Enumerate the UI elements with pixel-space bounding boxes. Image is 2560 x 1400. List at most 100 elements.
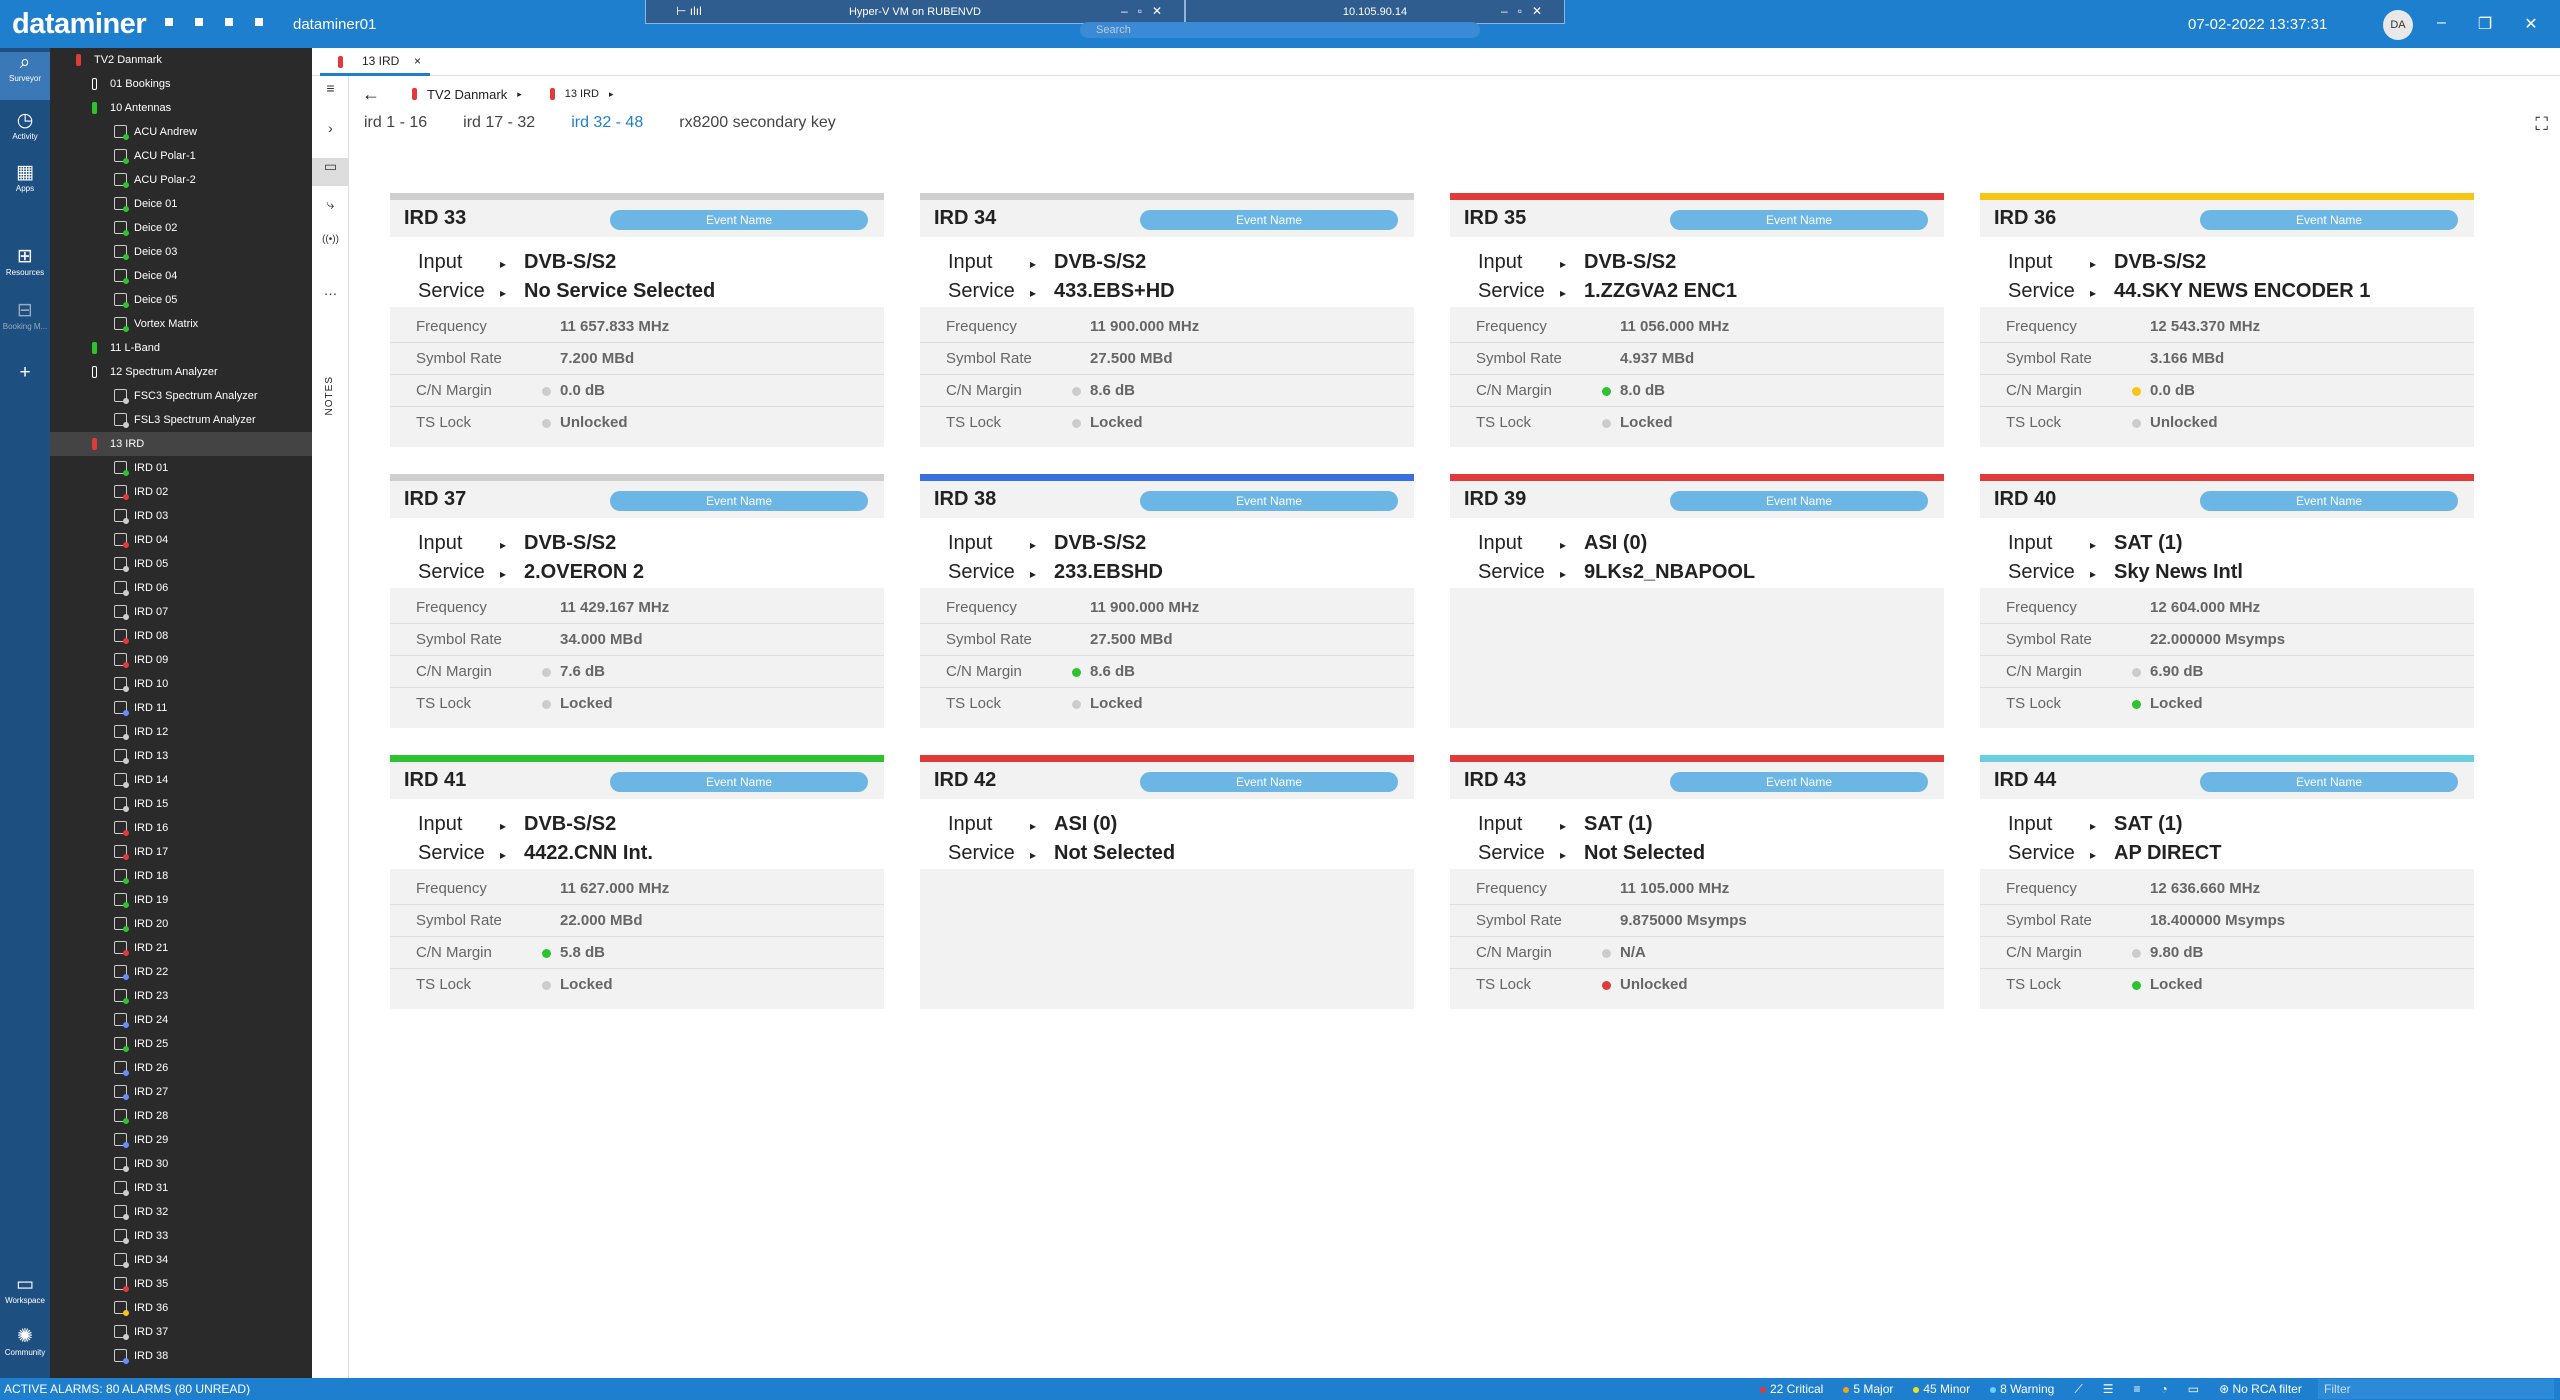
tree-item[interactable]: IRD 26 (50, 1056, 312, 1080)
tree-item[interactable]: Deice 04 (50, 264, 312, 288)
event-name-button[interactable]: Event Name (1670, 772, 1928, 792)
tree-item[interactable]: IRD 27 (50, 1080, 312, 1104)
tree-item[interactable]: IRD 36 (50, 1296, 312, 1320)
filter-lines-icon[interactable]: ≡ (2133, 1378, 2140, 1400)
tree-item[interactable]: 10 Antennas (50, 96, 312, 120)
app-logo[interactable]: dataminer (12, 8, 147, 41)
layout-icon[interactable]: ▭ (2188, 1378, 2199, 1400)
rail-workspace[interactable]: ▭ Workspace (0, 1274, 50, 1318)
event-name-button[interactable]: Event Name (610, 772, 868, 792)
tree-item[interactable]: IRD 12 (50, 720, 312, 744)
expand-icon[interactable]: › (312, 120, 349, 148)
tree-item[interactable]: IRD 07 (50, 600, 312, 624)
tree-item[interactable]: IRD 05 (50, 552, 312, 576)
rdp-window-controls[interactable]: –▫✕ (1121, 4, 1172, 18)
tree-item[interactable]: IRD 37 (50, 1320, 312, 1344)
tree-item[interactable]: IRD 19 (50, 888, 312, 912)
page-tab-2[interactable]: ird 32 - 48 (571, 114, 643, 132)
tree-item[interactable]: IRD 16 (50, 816, 312, 840)
tree-item[interactable]: IRD 25 (50, 1032, 312, 1056)
tree-item[interactable]: IRD 17 (50, 840, 312, 864)
rail-activity[interactable]: ◷ Activity (0, 110, 50, 154)
ird-card[interactable]: IRD 42 Event Name Input ▸ ASI (0) Service ▸ Not… (920, 755, 1414, 1009)
tree-item[interactable]: Deice 01 (50, 192, 312, 216)
tree-item[interactable]: IRD 09 (50, 648, 312, 672)
tree-item[interactable]: IRD 03 (50, 504, 312, 528)
event-name-button[interactable]: Event Name (2200, 491, 2458, 511)
tree-item[interactable]: IRD 14 (50, 768, 312, 792)
ird-card[interactable]: IRD 41 Event Name Input ▸ DVB-S/S2 Service ▸ 44… (390, 755, 884, 1009)
tree-item[interactable]: IRD 30 (50, 1152, 312, 1176)
page-tab-0[interactable]: ird 1 - 16 (364, 114, 427, 132)
tree-item[interactable]: IRD 08 (50, 624, 312, 648)
tree-item[interactable]: FSL3 Spectrum Analyzer (50, 408, 312, 432)
page-tab-3[interactable]: rx8200 secondary key (679, 114, 836, 132)
ird-card[interactable]: IRD 44 Event Name Input ▸ SAT (1) Service ▸ AP … (1980, 755, 2474, 1009)
tree-item[interactable]: IRD 20 (50, 912, 312, 936)
ird-card[interactable]: IRD 35 Event Name Input ▸ DVB-S/S2 Service ▸ 1.… (1450, 193, 1944, 447)
tree-item[interactable]: IRD 28 (50, 1104, 312, 1128)
rail-surveyor[interactable]: ⌕ Surveyor (0, 52, 50, 100)
event-name-button[interactable]: Event Name (2200, 772, 2458, 792)
signal-icon[interactable]: ((•)) (312, 234, 349, 262)
tree-item[interactable]: 11 L-Band (50, 336, 312, 360)
event-name-button[interactable]: Event Name (1140, 772, 1398, 792)
alarm-filter-input[interactable]: Filter (2318, 1379, 2554, 1399)
rca-filter[interactable]: ⊛ No RCA filter (2219, 1378, 2302, 1400)
rail-community[interactable]: ✺ Community (0, 1326, 50, 1374)
event-name-button[interactable]: Event Name (610, 491, 868, 511)
tree-item[interactable]: TV2 Danmark (50, 48, 312, 72)
tree-item[interactable]: IRD 06 (50, 576, 312, 600)
tree-item[interactable]: Deice 03 (50, 240, 312, 264)
tree-item[interactable]: IRD 10 (50, 672, 312, 696)
tree-item[interactable]: IRD 18 (50, 864, 312, 888)
event-name-button[interactable]: Event Name (1140, 491, 1398, 511)
ird-card[interactable]: IRD 34 Event Name Input ▸ DVB-S/S2 Service ▸ 43… (920, 193, 1414, 447)
pin-icon[interactable]: ⊢ ılıl (676, 4, 702, 18)
tab-close-icon[interactable]: × (414, 48, 421, 74)
chevron-right-icon[interactable]: ▸ (609, 89, 614, 100)
event-name-button[interactable]: Event Name (1140, 210, 1398, 230)
more-icon[interactable]: … (312, 282, 349, 304)
tree-item[interactable]: IRD 31 (50, 1176, 312, 1200)
tree-item[interactable]: IRD 32 (50, 1200, 312, 1224)
tree-item[interactable]: FSC3 Spectrum Analyzer (50, 384, 312, 408)
window-controls[interactable]: – ❐ ✕ (2437, 14, 2538, 34)
hamburger-icon[interactable]: ≡ (312, 80, 349, 102)
tree-item[interactable]: IRD 13 (50, 744, 312, 768)
tree-item[interactable]: IRD 23 (50, 984, 312, 1008)
event-name-button[interactable]: Event Name (1670, 491, 1928, 511)
ird-card[interactable]: IRD 33 Event Name Input ▸ DVB-S/S2 Service ▸ No… (390, 193, 884, 447)
ird-card[interactable]: IRD 40 Event Name Input ▸ SAT (1) Service ▸ Sky… (1980, 474, 2474, 728)
tree-item[interactable]: IRD 02 (50, 480, 312, 504)
ird-card[interactable]: IRD 38 Event Name Input ▸ DVB-S/S2 Service ▸ 23… (920, 474, 1414, 728)
close-icon[interactable]: ✕ (2524, 14, 2537, 34)
rdp-bar-vm[interactable]: ⊢ ılıl Hyper-V VM on RUBENVD –▫✕ (645, 0, 1185, 24)
back-arrow-icon[interactable]: ← (362, 84, 380, 105)
tree-item[interactable]: IRD 01 (50, 456, 312, 480)
tree-item[interactable]: IRD 04 (50, 528, 312, 552)
event-name-button[interactable]: Event Name (610, 210, 868, 230)
tree-item[interactable]: IRD 11 (50, 696, 312, 720)
surveyor-tree[interactable]: TV2 Danmark 01 Bookings 10 Antennas ACU And… (50, 48, 312, 1378)
ird-card[interactable]: IRD 43 Event Name Input ▸ SAT (1) Service ▸ Not… (1450, 755, 1944, 1009)
visual-icon[interactable]: ▭ (312, 158, 349, 186)
tree-item[interactable]: Deice 05 (50, 288, 312, 312)
event-name-button[interactable]: Event Name (2200, 210, 2458, 230)
tree-item[interactable]: IRD 29 (50, 1128, 312, 1152)
tree-item[interactable]: ACU Andrew (50, 120, 312, 144)
rdp-window-controls-2[interactable]: –▫✕ (1501, 4, 1552, 18)
warning-count[interactable]: 8 Warning (1990, 1378, 2054, 1400)
list-icon[interactable]: ☰ (2103, 1378, 2114, 1400)
tree-item[interactable]: IRD 15 (50, 792, 312, 816)
relation-icon[interactable]: ⤷ (312, 196, 349, 224)
rail-booking[interactable]: ⊟ Booking M... (0, 300, 50, 344)
minor-count[interactable]: 45 Minor (1913, 1378, 1970, 1400)
event-name-button[interactable]: Event Name (1670, 210, 1928, 230)
breadcrumb-item-0[interactable]: TV2 Danmark (427, 87, 507, 102)
rail-resources[interactable]: ⊞ Resources (0, 246, 50, 290)
tree-item[interactable]: ACU Polar-2 (50, 168, 312, 192)
tree-item[interactable]: IRD 24 (50, 1008, 312, 1032)
rdp-bar-ip[interactable]: 10.105.90.14 –▫✕ (1185, 0, 1565, 24)
tab-13-ird[interactable]: 13 IRD × (320, 48, 430, 76)
